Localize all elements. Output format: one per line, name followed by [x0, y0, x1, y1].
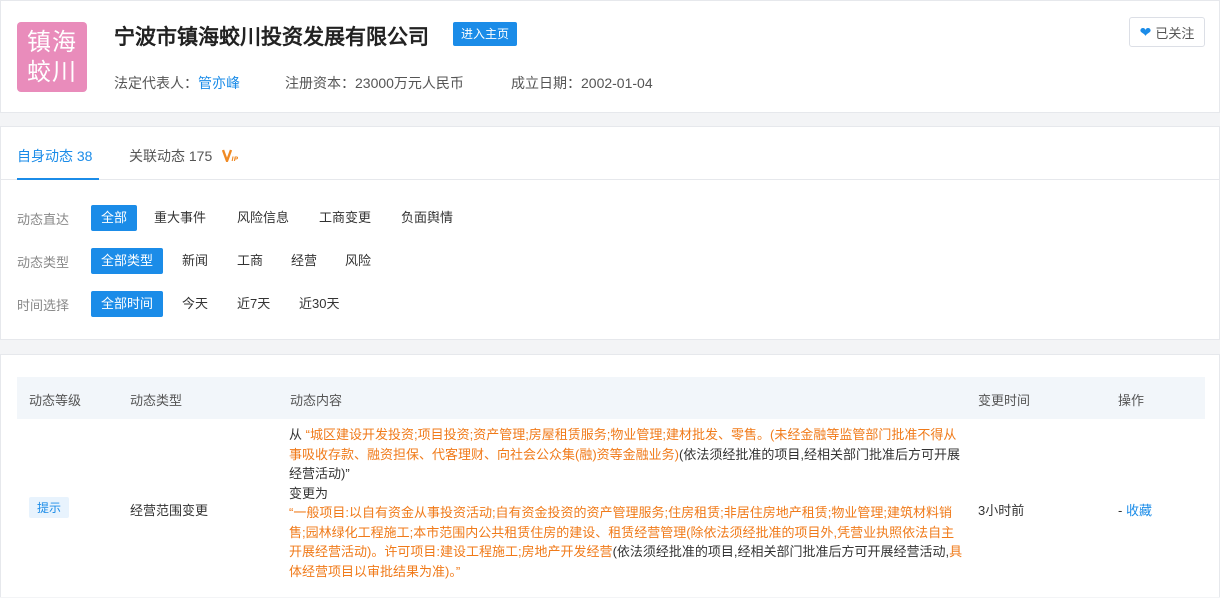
filter-option[interactable]: 风险 — [335, 248, 381, 274]
heart-icon: ❤ — [1139, 23, 1152, 40]
filter-option[interactable]: 工商 — [227, 248, 273, 274]
vip-icon: IP — [222, 149, 239, 164]
table-row: 提示 经营范围变更 从 “城区建设开发投资;项目投资;资产管理;房屋租赁服务;物… — [17, 419, 1205, 598]
table-header: 动态等级 动态类型 动态内容 变更时间 操作 — [17, 377, 1205, 419]
company-logo: 镇海 蛟川 — [17, 22, 87, 92]
dynamics-filter-panel: 自身动态 38 关联动态 175 IP 动态直达 全部 重大事件 风险信息 工商… — [0, 126, 1220, 340]
filter-option[interactable]: 全部时间 — [91, 291, 164, 317]
capital-value: 23000万元人民币 — [355, 75, 464, 91]
homepage-button[interactable]: 进入主页 — [453, 22, 518, 46]
filter-option[interactable]: 今天 — [172, 291, 218, 317]
level-badge: 提示 — [29, 497, 70, 518]
content-changed-to: 变更为 — [289, 485, 329, 501]
filter-option[interactable]: 新闻 — [172, 248, 218, 274]
follow-button[interactable]: ❤ 已关注 — [1129, 17, 1205, 47]
tab-self-dynamics[interactable]: 自身动态 38 — [17, 146, 92, 166]
tab-label: 关联动态 — [129, 148, 185, 164]
action-cell: - 收藏 — [1118, 500, 1152, 519]
capital-label: 注册资本： — [285, 75, 355, 91]
filter-option[interactable]: 全部类型 — [91, 248, 164, 274]
filter-option[interactable]: 重大事件 — [144, 205, 216, 231]
founded-value: 2002-01-04 — [581, 75, 653, 91]
tab-count: 38 — [76, 148, 93, 164]
capital-info: 注册资本：23000万元人民币 — [285, 73, 464, 93]
company-header: 镇海 蛟川 宁波市镇海蛟川投资发展有限公司 进入主页 法定代表人：管亦峰 注册资… — [0, 0, 1220, 113]
column-header: 变更时间 — [978, 393, 1031, 408]
filter-option[interactable]: 全部 — [91, 205, 138, 231]
dynamic-type: 经营范围变更 — [130, 503, 209, 518]
filter-option[interactable]: 近30天 — [289, 291, 349, 317]
column-header: 动态类型 — [130, 393, 183, 408]
legal-rep-link[interactable]: 管亦峰 — [198, 75, 240, 91]
filter-option[interactable]: 经营 — [281, 248, 327, 274]
legal-rep-info: 法定代表人：管亦峰 — [114, 73, 240, 93]
logo-text-line2: 蛟川 — [27, 58, 77, 86]
dynamic-content: 从 “城区建设开发投资;项目投资;资产管理;房屋租赁服务;物业管理;建材批发、零… — [289, 425, 965, 581]
column-header: 动态内容 — [290, 393, 343, 408]
svg-text:IP: IP — [232, 156, 239, 162]
active-tab-underline — [17, 178, 99, 180]
filter-label: 动态直达 — [17, 212, 70, 227]
filter-option[interactable]: 工商变更 — [309, 205, 381, 231]
filter-option[interactable]: 风险信息 — [227, 205, 299, 231]
tab-related-dynamics[interactable]: 关联动态 175 IP — [129, 146, 239, 166]
content-to-mid: (依法须经批准的项目,经相关部门批准后方可开展经营活动, — [612, 544, 950, 559]
dynamics-table-card: 动态等级 动态类型 动态内容 变更时间 操作 提示 经营范围变更 从 “城区建设… — [0, 354, 1220, 597]
action-dash: - — [1118, 503, 1123, 518]
founded-label: 成立日期： — [511, 75, 581, 91]
company-name: 宁波市镇海蛟川投资发展有限公司 — [114, 26, 429, 49]
filter-label: 时间选择 — [17, 298, 70, 313]
tab-label: 自身动态 — [17, 148, 73, 164]
legal-rep-label: 法定代表人： — [114, 75, 198, 91]
filter-row-shortcut: 动态直达 全部 重大事件 风险信息 工商变更 负面舆情 — [1, 205, 1219, 231]
change-time: 3小时前 — [978, 503, 1025, 518]
column-header: 动态等级 — [29, 393, 82, 408]
collect-link[interactable]: 收藏 — [1126, 503, 1152, 518]
logo-text-line1: 镇海 — [27, 28, 77, 56]
follow-label: 已关注 — [1155, 25, 1195, 41]
column-header: 操作 — [1118, 393, 1145, 408]
filter-option[interactable]: 负面舆情 — [391, 205, 463, 231]
content-from-prefix: 从 — [289, 427, 303, 442]
filter-option[interactable]: 近7天 — [227, 291, 280, 317]
tab-count: 175 — [188, 148, 213, 164]
filter-row-time: 时间选择 全部时间 今天 近7天 近30天 — [1, 291, 1219, 317]
level-badge-text: 提示 — [29, 497, 70, 518]
filter-row-type: 动态类型 全部类型 新闻 工商 经营 风险 — [1, 248, 1219, 274]
tab-bar: 自身动态 38 关联动态 175 IP — [1, 127, 1219, 180]
founded-info: 成立日期：2002-01-04 — [511, 73, 653, 93]
filter-label: 动态类型 — [17, 255, 70, 270]
